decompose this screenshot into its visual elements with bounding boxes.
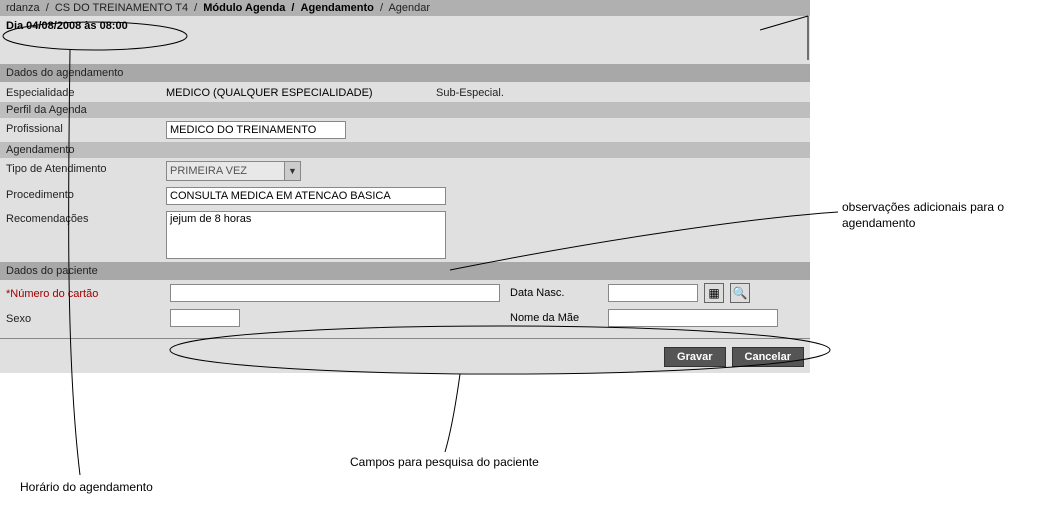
- section-header-agendamento: Agendamento: [0, 142, 810, 158]
- breadcrumb-item[interactable]: Agendamento: [301, 2, 374, 14]
- gravar-button[interactable]: Gravar: [664, 347, 725, 367]
- profissional-label: Profissional: [6, 121, 166, 135]
- breadcrumb-item: Agendar: [388, 2, 430, 14]
- annotation-observacoes: observações adicionais para o agendament…: [842, 200, 1032, 231]
- procedimento-label: Procedimento: [6, 187, 166, 201]
- breadcrumb: rdanza / CS DO TREINAMENTO T4 / Módulo A…: [0, 0, 810, 16]
- especialidade-label: Especialidade: [6, 85, 166, 99]
- recomendacoes-textarea[interactable]: jejum de 8 horas: [166, 211, 446, 259]
- nome-mae-input[interactable]: [608, 309, 778, 327]
- profissional-input[interactable]: [166, 121, 346, 139]
- tipo-atendimento-label: Tipo de Atendimento: [6, 161, 166, 175]
- action-bar: Gravar Cancelar: [0, 338, 810, 373]
- sub-especial-label: Sub-Especial.: [436, 85, 536, 99]
- annotation-campos: Campos para pesquisa do paciente: [350, 455, 539, 471]
- numero-cartao-input[interactable]: [170, 284, 500, 302]
- breadcrumb-item[interactable]: rdanza: [6, 2, 40, 14]
- breadcrumb-item[interactable]: Módulo Agenda: [203, 2, 285, 14]
- especialidade-value: MEDICO (QUALQUER ESPECIALIDADE): [166, 85, 436, 99]
- tipo-atendimento-select[interactable]: PRIMEIRA VEZ ▼: [166, 161, 301, 181]
- chevron-down-icon: ▼: [284, 162, 300, 180]
- calendar-icon[interactable]: ▦: [704, 283, 724, 303]
- section-header-dados-paciente: Dados do paciente: [0, 262, 810, 280]
- breadcrumb-item[interactable]: CS DO TREINAMENTO T4: [55, 2, 188, 14]
- data-nasc-label: Data Nasc.: [504, 287, 604, 299]
- schedule-datetime: Dia 04/08/2008 às 08:00: [0, 16, 810, 36]
- section-header-perfil-agenda: Perfil da Agenda: [0, 102, 810, 118]
- data-nasc-input[interactable]: [608, 284, 698, 302]
- form-panel: rdanza / CS DO TREINAMENTO T4 / Módulo A…: [0, 0, 810, 373]
- procedimento-input[interactable]: [166, 187, 446, 205]
- cancelar-button[interactable]: Cancelar: [732, 347, 804, 367]
- search-icon[interactable]: 🔍: [730, 283, 750, 303]
- recomendacoes-label: Recomendações: [6, 211, 166, 225]
- sexo-input[interactable]: [170, 309, 240, 327]
- nome-mae-label: Nome da Mãe: [504, 312, 604, 324]
- tipo-atendimento-value: PRIMEIRA VEZ: [170, 165, 247, 177]
- sexo-label: Sexo: [6, 311, 166, 325]
- numero-cartao-label: *Número do cartão: [6, 286, 166, 300]
- annotation-horario: Horário do agendamento: [20, 480, 153, 496]
- section-header-dados-agendamento: Dados do agendamento: [0, 64, 810, 82]
